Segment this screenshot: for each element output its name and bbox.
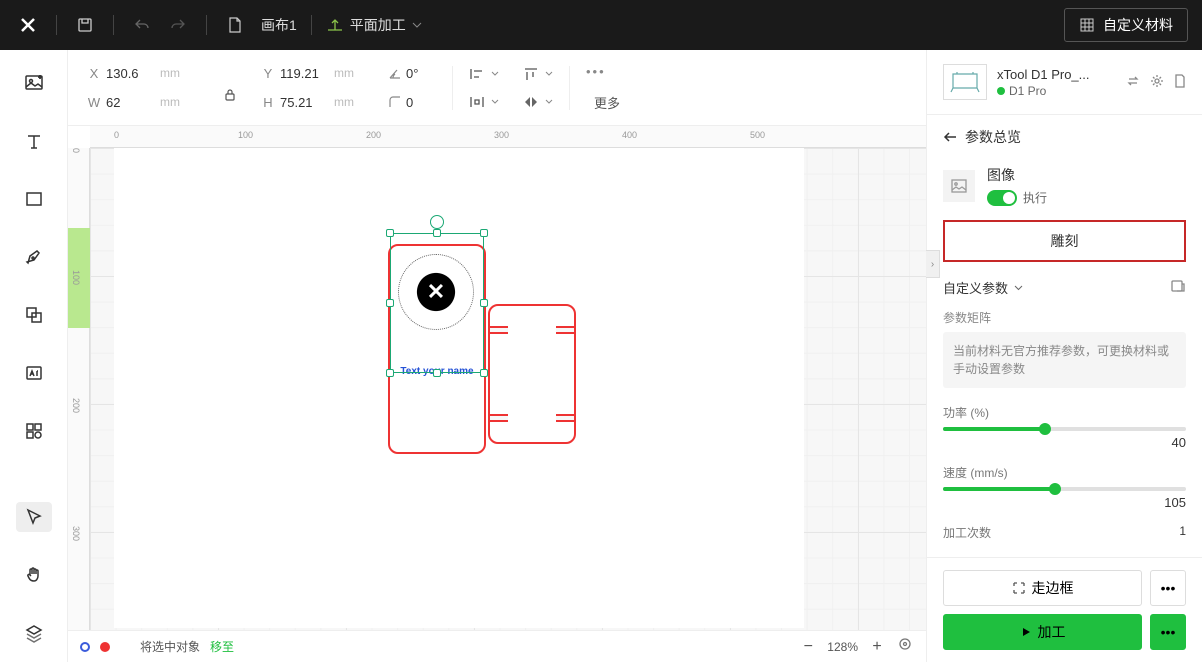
ruler-vertical: 0 100 200 300 400 — [68, 148, 90, 630]
layer-dot-1[interactable] — [80, 642, 90, 652]
object-type-label: 图像 — [987, 165, 1047, 185]
design-object-2[interactable] — [488, 304, 576, 444]
save-icon[interactable] — [71, 11, 99, 39]
matrix-hint: 当前材料无官方推荐参数，可更换材料或手动设置参数 — [943, 332, 1186, 388]
passes-label: 加工次数 — [943, 524, 991, 541]
right-panel: › xTool D1 Pro_... D1 Pro 参数总览 图像 — [926, 50, 1202, 662]
angle-input[interactable]: 0° — [406, 66, 436, 81]
speed-label: 速度 (mm/s) — [943, 464, 1186, 481]
process-more-icon[interactable]: ••• — [1150, 614, 1186, 650]
w-input[interactable]: 62 — [106, 95, 156, 110]
zoom-in-icon[interactable]: + — [868, 638, 886, 656]
zoom-fit-icon[interactable] — [896, 636, 914, 657]
align-v-icon[interactable] — [523, 67, 553, 81]
file-icon — [221, 11, 249, 39]
left-toolbar — [0, 50, 68, 662]
device-status: D1 Pro — [1009, 84, 1046, 98]
device-section: xTool D1 Pro_... D1 Pro — [927, 50, 1202, 115]
mode-label: 平面加工 — [350, 15, 406, 35]
power-label: 功率 (%) — [943, 404, 1186, 421]
object-type-icon — [943, 170, 975, 202]
move-label: 将选中对象 — [140, 638, 200, 655]
export-params-icon[interactable] — [1170, 279, 1186, 296]
bottom-bar: 将选中对象 移至 − 128% + — [68, 630, 926, 662]
more-button[interactable]: 更多 — [594, 93, 620, 112]
process-button[interactable]: 加工 — [943, 614, 1142, 650]
custom-params-label[interactable]: 自定义参数 — [943, 278, 1008, 297]
sync-icon[interactable] — [1126, 74, 1140, 91]
canvas-area[interactable]: -100 0 100 200 300 400 500 0 100 200 300… — [68, 126, 926, 630]
distribute-icon[interactable] — [469, 95, 499, 109]
flip-icon[interactable] — [523, 95, 553, 109]
angle-icon — [388, 66, 402, 80]
pen-tool-icon[interactable] — [16, 242, 52, 272]
move-action[interactable]: 移至 — [210, 638, 234, 655]
y-input[interactable]: 119.21 — [280, 66, 330, 81]
hand-tool-icon[interactable] — [16, 560, 52, 590]
apps-tool-icon[interactable] — [16, 416, 52, 446]
outline-more-icon[interactable]: ••• — [1150, 570, 1186, 606]
passes-value[interactable]: 1 — [1179, 524, 1186, 541]
outline-button[interactable]: 走边框 — [943, 570, 1142, 606]
shape-tool-icon[interactable] — [16, 300, 52, 330]
radius-input[interactable]: 0 — [406, 95, 436, 110]
settings-icon[interactable] — [1150, 74, 1164, 91]
x-input[interactable]: 130.6 — [106, 66, 156, 81]
document-icon[interactable] — [1174, 74, 1186, 91]
canvas-name[interactable]: 画布1 — [261, 15, 297, 35]
app-logo[interactable] — [14, 11, 42, 39]
zoom-out-icon[interactable]: − — [799, 638, 817, 656]
select-tool-icon[interactable] — [16, 502, 52, 532]
back-button[interactable]: 参数总览 — [943, 127, 1186, 147]
layers-tool-icon[interactable] — [16, 618, 52, 648]
top-bar: 画布1 平面加工 自定义材料 — [0, 0, 1202, 50]
align-h-icon[interactable] — [469, 67, 499, 81]
device-image — [943, 64, 987, 100]
redo-icon[interactable] — [164, 11, 192, 39]
collapse-panel-icon[interactable]: › — [926, 250, 940, 278]
rect-tool-icon[interactable] — [16, 184, 52, 214]
mode-selector[interactable]: 平面加工 — [326, 15, 422, 35]
properties-bar: X130.6mm W62mm Y119.21mm H75.21mm 0° 0 — [68, 50, 926, 126]
text-tool-icon[interactable] — [16, 126, 52, 156]
lock-aspect-icon[interactable] — [224, 88, 236, 102]
power-value[interactable]: 40 — [943, 435, 1186, 450]
speed-slider[interactable] — [943, 487, 1186, 491]
image-tool-icon[interactable] — [16, 68, 52, 98]
execute-toggle[interactable] — [987, 190, 1017, 206]
device-name: xTool D1 Pro_... — [997, 67, 1090, 82]
rotate-handle[interactable] — [430, 215, 444, 229]
ai-tool-icon[interactable] — [16, 358, 52, 388]
h-input[interactable]: 75.21 — [280, 95, 330, 110]
matrix-label: 参数矩阵 — [943, 309, 1186, 326]
zoom-value[interactable]: 128% — [827, 640, 858, 654]
custom-material-button[interactable]: 自定义材料 — [1064, 8, 1188, 42]
layer-dot-2[interactable] — [100, 642, 110, 652]
engrave-button[interactable]: 雕刻 — [943, 220, 1186, 262]
ruler-horizontal: -100 0 100 200 300 400 500 — [90, 126, 926, 148]
power-slider[interactable] — [943, 427, 1186, 431]
selection-frame[interactable] — [390, 233, 484, 373]
radius-icon — [388, 95, 402, 109]
speed-value[interactable]: 105 — [943, 495, 1186, 510]
undo-icon[interactable] — [128, 11, 156, 39]
